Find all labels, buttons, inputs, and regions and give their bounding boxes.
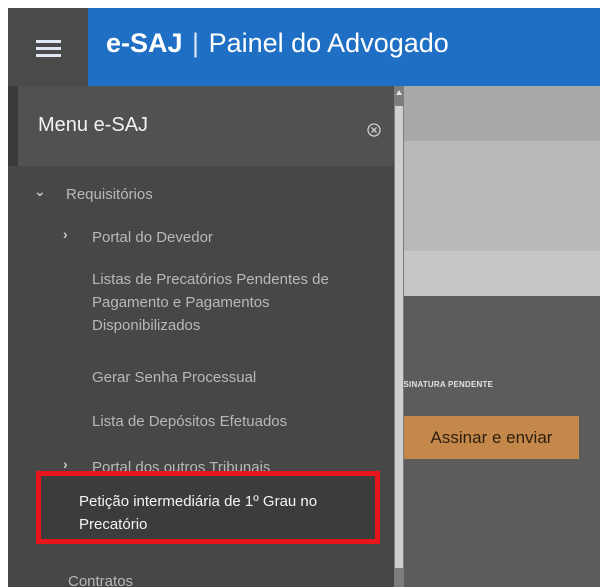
menu-item-label: Contratos <box>68 573 134 587</box>
chevron-down-icon[interactable]: ⌄ <box>34 183 46 200</box>
menu-item-label: Requisitórios <box>66 186 153 203</box>
menu-item-listas-precatorios[interactable]: Listas de Precatórios Pendentes de Pagam… <box>92 268 382 337</box>
brand-name: e-SAJ <box>106 28 183 58</box>
content-band <box>404 86 600 141</box>
hamburger-icon-line <box>36 47 61 50</box>
hamburger-icon <box>36 40 61 43</box>
menu-header: Menu e-SAJ <box>8 86 394 166</box>
close-icon[interactable] <box>367 123 381 137</box>
content-band <box>404 251 600 296</box>
menu-item-portal-devedor[interactable]: Portal do Devedor <box>92 226 213 249</box>
chevron-right-icon[interactable]: › <box>63 226 68 242</box>
menu-item-label: Lista de Depósitos Efetuados <box>92 413 288 430</box>
chevron-right-icon[interactable]: › <box>63 456 68 472</box>
menu-item-label: Portal do Devedor <box>92 229 213 246</box>
menu-item-lista-depositos[interactable]: Lista de Depósitos Efetuados <box>92 410 287 433</box>
menu-title: Menu e-SAJ <box>38 114 149 136</box>
menu-item-label: Petição intermediária de 1º Grau no Prec… <box>79 493 318 533</box>
menu-scrollbar[interactable] <box>394 86 404 587</box>
menu-item-requisitorios[interactable]: Requisitórios <box>66 183 153 206</box>
menu-toggle-button[interactable] <box>8 8 88 86</box>
top-bar: e-SAJ | Painel do Advogado <box>8 8 600 86</box>
menu-item-contratos[interactable]: Contratos <box>68 570 133 587</box>
content-panel <box>404 141 600 251</box>
menu-item-label: Listas de Precatórios Pendentes de Pagam… <box>92 271 329 334</box>
sign-and-send-button[interactable]: Assinar e enviar <box>404 416 579 459</box>
menu-item-peticao-intermediaria[interactable]: Petição intermediária de 1º Grau no Prec… <box>36 471 380 544</box>
hamburger-icon-line <box>36 54 61 57</box>
main-content: ASSINATURA PENDENTE Assinar e enviar <box>392 86 600 587</box>
scrollbar-thumb[interactable] <box>395 106 403 568</box>
title-separator: | <box>192 28 200 58</box>
app-title[interactable]: e-SAJ | Painel do Advogado <box>106 28 449 59</box>
menu-item-label: Gerar Senha Processual <box>92 369 257 386</box>
menu-header-strip <box>8 86 18 166</box>
app-subtitle: Painel do Advogado <box>208 28 449 58</box>
scroll-up-icon[interactable] <box>396 90 402 95</box>
menu-item-gerar-senha[interactable]: Gerar Senha Processual <box>92 366 256 389</box>
pending-signature-label: ASSINATURA PENDENTE <box>392 380 494 389</box>
